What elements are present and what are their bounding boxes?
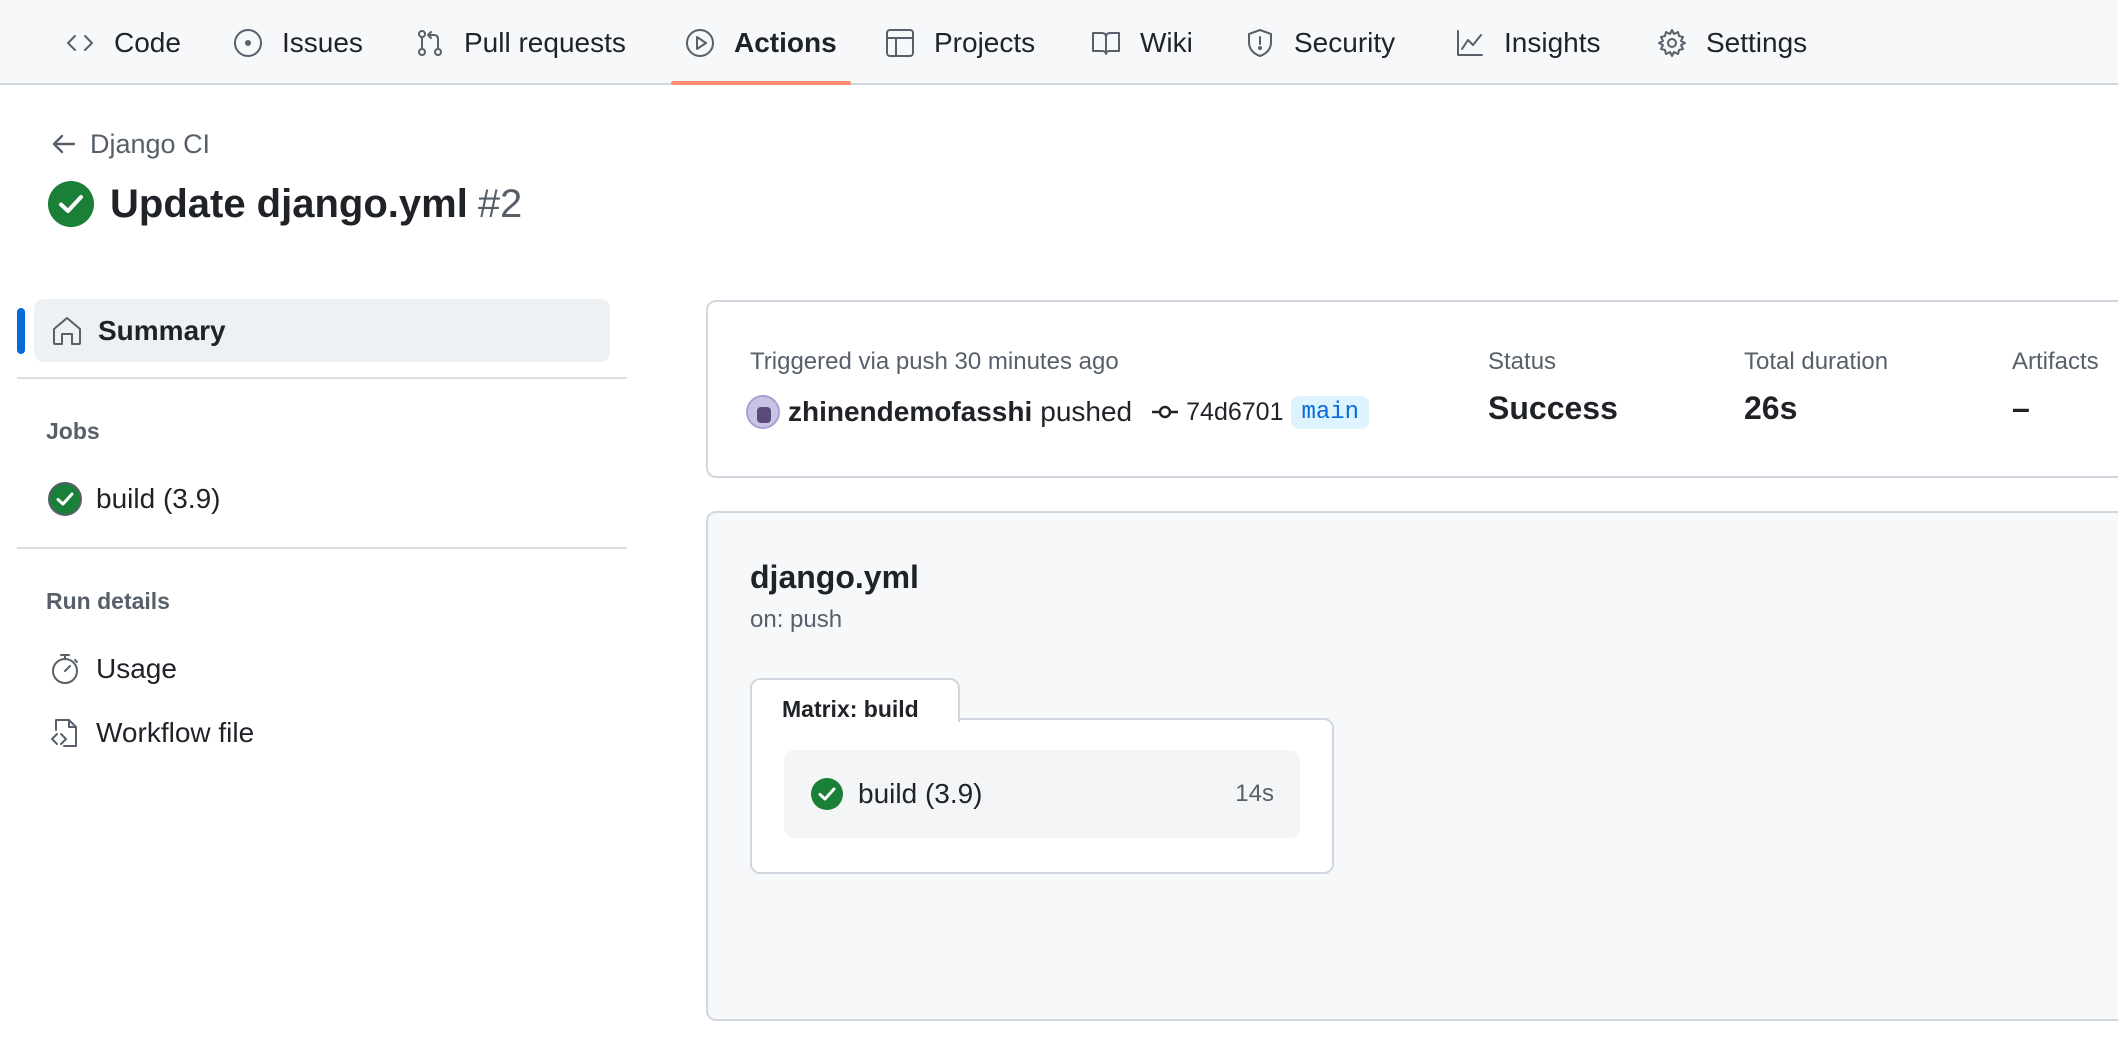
workflow-file-name: django.yml [750, 559, 919, 595]
duration-label: Total duration [1744, 348, 1889, 375]
commit-sha: 74d6701 [1186, 397, 1284, 426]
workflow-trigger: on: push [750, 606, 843, 633]
sidebar-item-label: Summary [98, 314, 226, 346]
run-title-row: Update django.yml #2 [48, 176, 522, 232]
success-check-icon [811, 778, 843, 810]
stopwatch-icon [52, 654, 78, 684]
tab-label: Wiki [1140, 26, 1193, 58]
tab-issues[interactable]: Issues [232, 0, 363, 85]
jobs-heading: Jobs [46, 418, 100, 444]
code-icon [67, 34, 93, 51]
issue-icon [234, 28, 262, 57]
tab-label: Settings [1706, 26, 1808, 58]
sidebar-item-job-build[interactable]: build (3.9) [48, 479, 221, 519]
run-details-heading: Run details [46, 588, 170, 614]
branch-badge[interactable]: main [1291, 395, 1370, 429]
success-check-icon [48, 181, 94, 227]
arrow-left-icon [52, 134, 76, 154]
table-icon [886, 28, 914, 57]
matrix-group: build (3.9) 14s [750, 718, 1334, 874]
sidebar-item-label: build (3.9) [96, 483, 221, 514]
tab-label: Code [114, 26, 181, 58]
workflow-graph: django.yml on: push Matrix: build build … [706, 511, 2118, 1021]
sidebar-item-summary[interactable]: Summary [34, 299, 610, 362]
push-info: zhinendemofasshi pushed 74d6701 main [746, 392, 1370, 432]
job-duration: 14s [1235, 780, 1274, 807]
user-link[interactable]: zhinendemofasshi [788, 396, 1032, 428]
tab-security[interactable]: Security [1244, 0, 1395, 85]
tab-actions[interactable]: Actions [684, 0, 837, 85]
commit-link[interactable]: 74d6701 [1150, 397, 1283, 427]
tab-wiki[interactable]: Wiki [1090, 0, 1193, 85]
workflow-name: Django CI [90, 128, 211, 159]
success-check-icon [48, 482, 82, 516]
tab-insights[interactable]: Insights [1454, 0, 1601, 85]
tab-projects[interactable]: Projects [884, 0, 1035, 85]
status-label: Status [1488, 348, 1557, 375]
pull-request-icon [418, 29, 442, 56]
gear-icon [1658, 28, 1686, 57]
file-code-icon [51, 719, 77, 747]
tab-label: Pull requests [464, 26, 626, 58]
trigger-text: Triggered via push 30 minutes ago [750, 348, 1119, 375]
sidebar-divider [17, 377, 627, 379]
sidebar-item-usage[interactable]: Usage [48, 649, 177, 689]
tab-label: Actions [734, 26, 837, 58]
tab-settings[interactable]: Settings [1656, 0, 1807, 85]
artifacts-label: Artifacts [2012, 348, 2099, 375]
tab-label: Issues [282, 26, 363, 58]
play-icon [686, 28, 714, 57]
home-icon [53, 316, 81, 345]
status-value: Success [1488, 390, 1618, 426]
tab-label: Insights [1504, 26, 1601, 58]
sidebar-item-label: Workflow file [96, 717, 255, 748]
page-title: Update django.yml [110, 181, 468, 226]
active-tab-indicator [671, 81, 851, 85]
artifacts-value: – [2012, 390, 2030, 426]
matrix-label: Matrix: build [750, 678, 960, 722]
job-card-build[interactable]: build (3.9) 14s [784, 750, 1300, 838]
commit-icon [1152, 405, 1179, 419]
job-name: build (3.9) [858, 778, 983, 809]
avatar[interactable] [746, 395, 780, 429]
back-to-workflow-link[interactable]: Django CI [50, 126, 210, 162]
graph-icon [1457, 29, 1483, 56]
sidebar-active-indicator [17, 308, 25, 354]
sidebar-item-label: Usage [96, 653, 177, 684]
push-action-text: pushed [1040, 396, 1133, 427]
sidebar-item-workflow-file[interactable]: Workflow file [48, 713, 254, 753]
tab-code[interactable]: Code [64, 0, 181, 85]
book-icon [1092, 31, 1120, 55]
tab-pull-requests[interactable]: Pull requests [414, 0, 626, 85]
run-summary-card: Triggered via push 30 minutes ago zhinen… [706, 300, 2118, 478]
tab-label: Security [1294, 26, 1396, 58]
run-number: #2 [477, 181, 523, 226]
sidebar-divider [17, 547, 627, 549]
tab-label: Projects [934, 26, 1036, 58]
shield-icon [1248, 28, 1272, 57]
duration-value: 26s [1744, 390, 1798, 426]
repo-nav: Code Issues Pull requests Actions Projec… [0, 0, 2118, 85]
